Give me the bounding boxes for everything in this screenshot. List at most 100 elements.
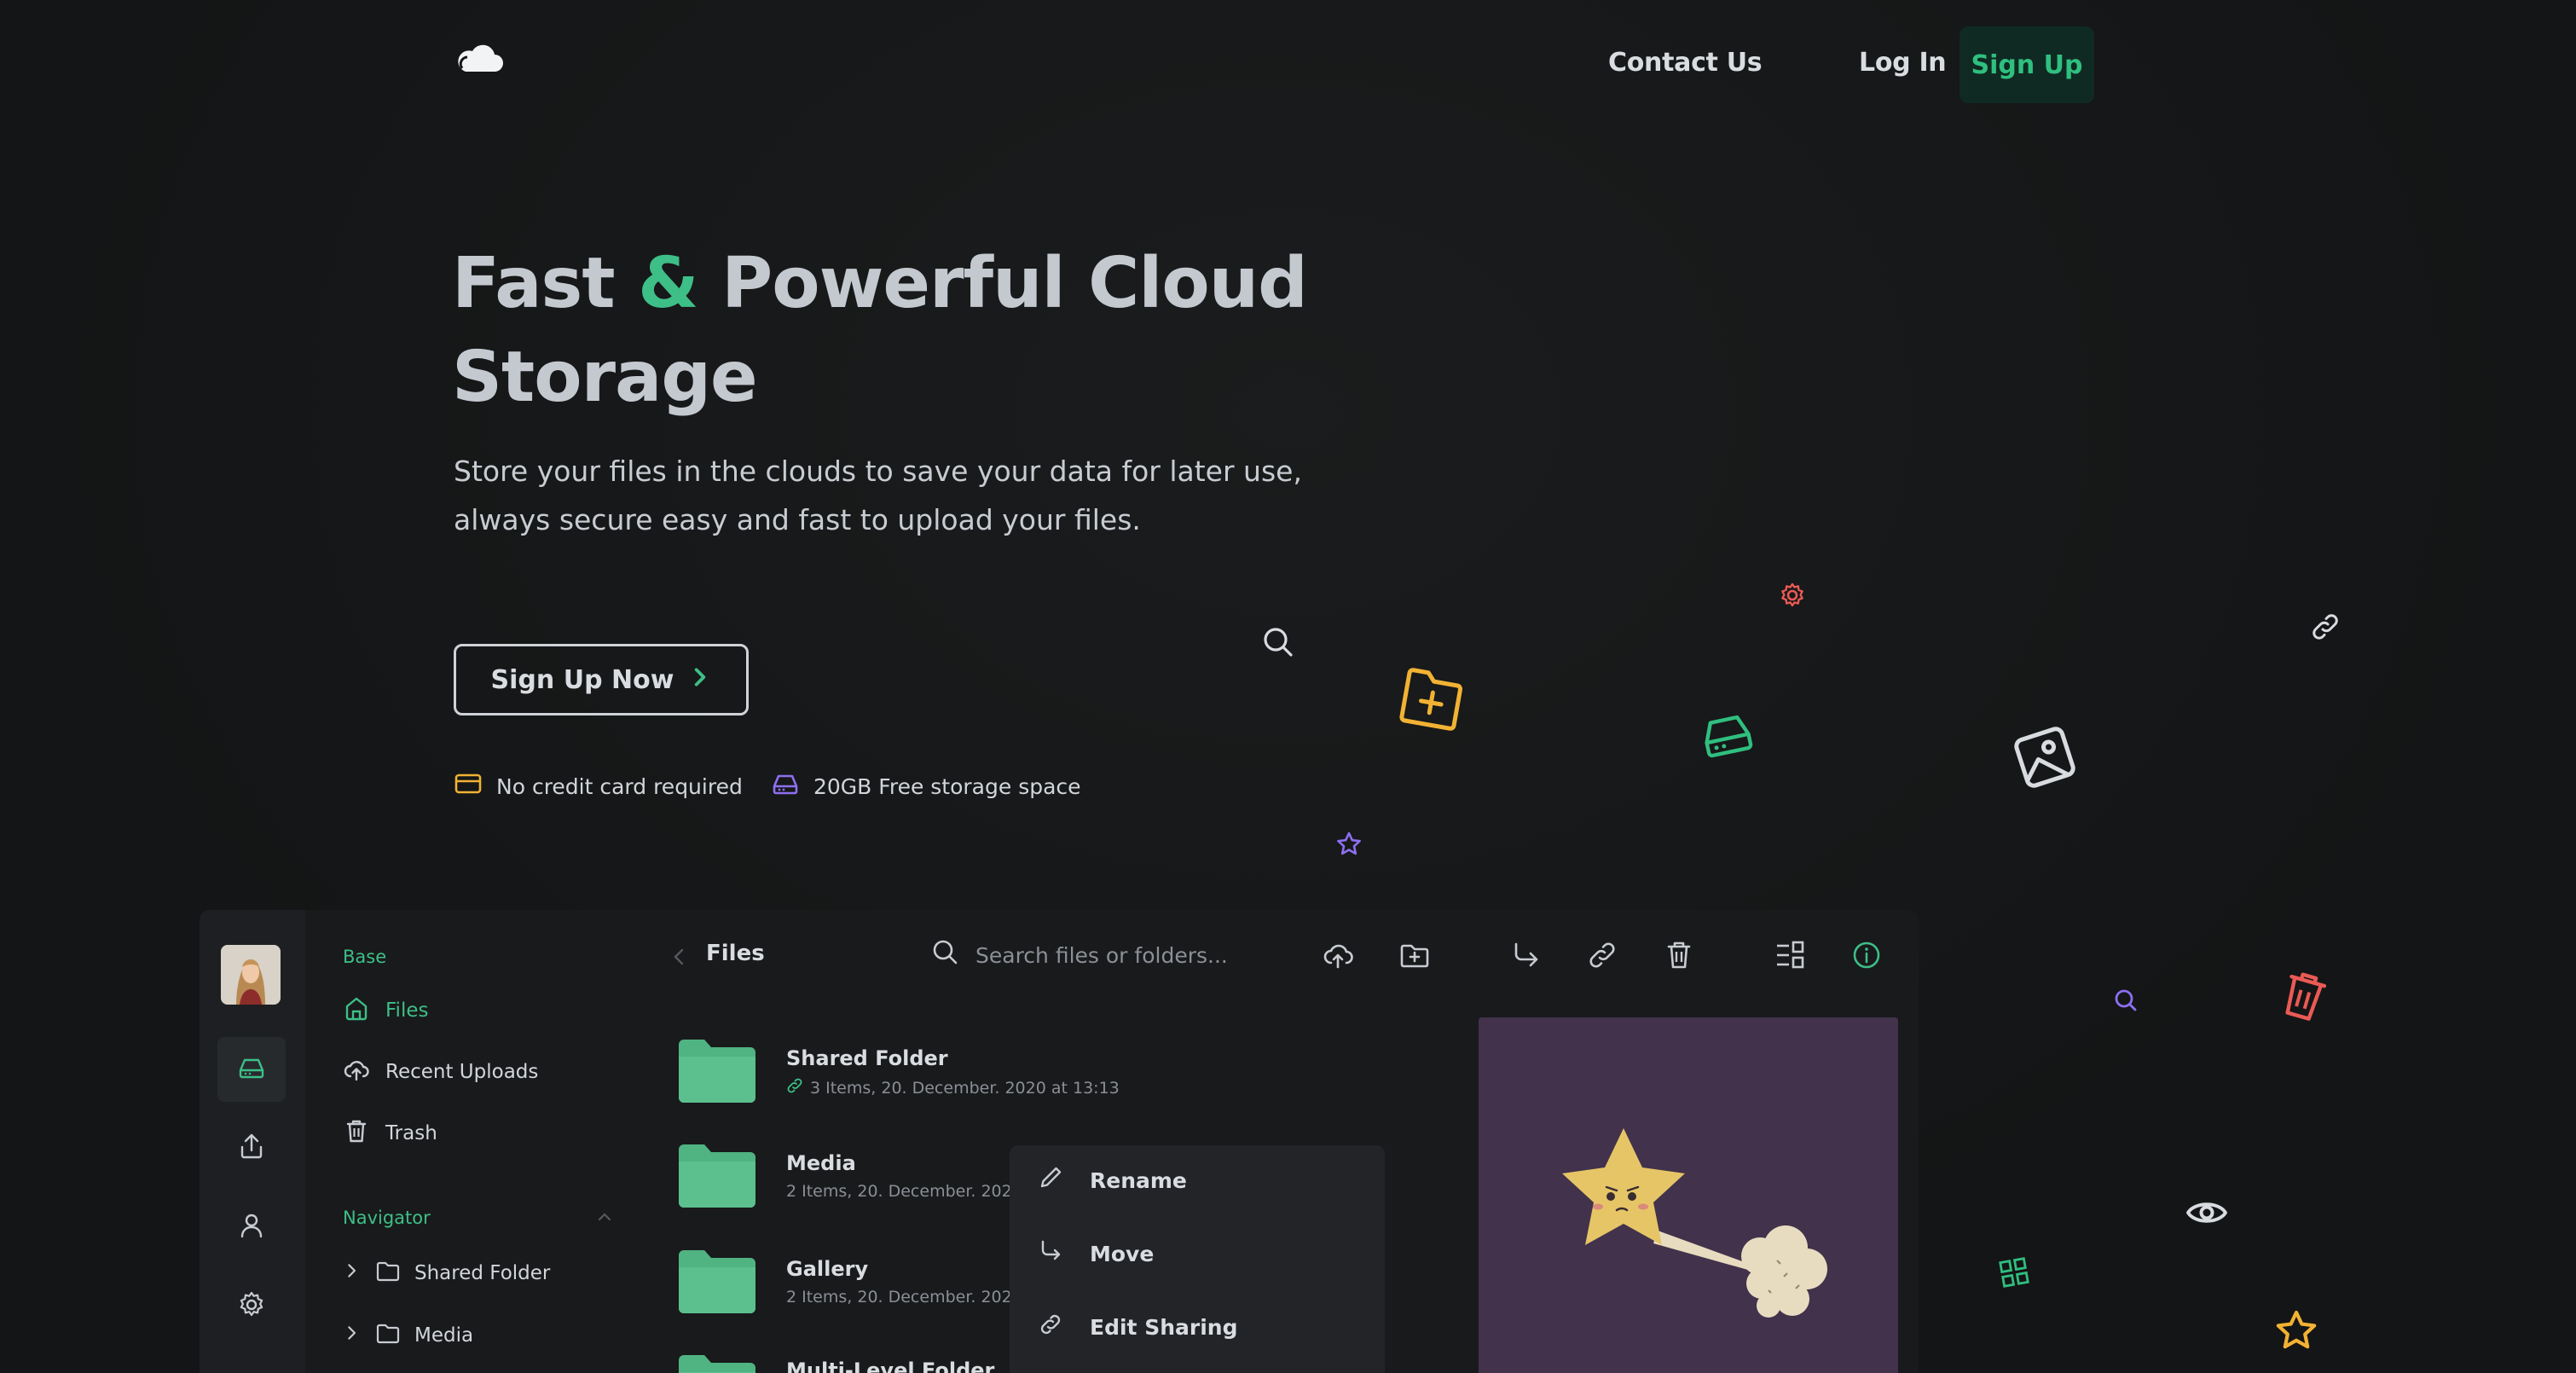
rail-share-button[interactable] — [217, 1115, 286, 1180]
gear-icon — [1779, 582, 1806, 609]
sidebar-section-base: Base — [343, 947, 387, 967]
sign-up-now-button[interactable]: Sign Up Now — [454, 644, 749, 715]
chevron-right-icon — [689, 665, 711, 695]
file-row[interactable]: Multi-Level Folder — [679, 1350, 994, 1373]
hard-drive-icon — [1696, 704, 1758, 764]
view-toggle-button[interactable] — [1774, 939, 1806, 971]
sidebar-item-files[interactable]: Files — [343, 994, 428, 1027]
rail-storage-button[interactable] — [217, 1037, 286, 1102]
upload-button[interactable] — [1322, 939, 1354, 971]
icon-rail — [200, 910, 305, 1373]
star-outline-icon — [2273, 1308, 2319, 1354]
tree-item-label: Media — [414, 1324, 474, 1347]
search-icon — [931, 938, 960, 972]
folder-plus-icon — [1393, 662, 1470, 737]
star-outline-icon — [1335, 831, 1363, 858]
nav-login-link[interactable]: Log In — [1859, 48, 1947, 78]
chevron-left-icon[interactable] — [672, 947, 686, 966]
breadcrumb-title: Files — [706, 941, 765, 966]
hero-subtitle: Store your files in the clouds to save y… — [454, 447, 1306, 544]
file-row[interactable]: Gallery 2 Items, 20. December. 2020 a — [679, 1245, 1038, 1313]
chevron-right-icon[interactable] — [343, 1324, 362, 1347]
perk-label: No credit card required — [496, 773, 743, 799]
move-button[interactable] — [1509, 939, 1542, 971]
gear-icon — [237, 1290, 266, 1323]
file-meta-text: 3 Items, 20. December. 2020 at 13:13 — [810, 1078, 1120, 1098]
search-field[interactable]: Search files or folders... — [931, 938, 1228, 972]
link-icon — [2309, 611, 2342, 643]
folder-icon — [679, 1040, 755, 1103]
link-icon — [1037, 1311, 1064, 1343]
new-folder-button[interactable] — [1398, 939, 1431, 971]
cta-label: Sign Up Now — [490, 664, 674, 695]
share-icon — [237, 1132, 266, 1164]
menu-item-rename[interactable]: Rename — [1037, 1164, 1187, 1196]
info-button[interactable] — [1850, 939, 1883, 971]
chevron-up-icon[interactable] — [597, 1211, 612, 1223]
hero-subtitle-line2: always secure easy and fast to upload yo… — [454, 503, 1141, 536]
rail-settings-button[interactable] — [217, 1274, 286, 1339]
tree-item-shared-folder[interactable]: Shared Folder — [343, 1258, 550, 1289]
cloud-upload-icon — [343, 1056, 370, 1088]
file-row[interactable]: Shared Folder 3 Items, 20. December. 202… — [679, 1034, 1120, 1103]
file-name: Gallery — [786, 1257, 869, 1281]
rail-profile-button[interactable] — [217, 1195, 286, 1260]
menu-item-move[interactable]: Move — [1037, 1237, 1154, 1270]
link-icon — [786, 1077, 803, 1098]
tree-item-label: Shared Folder — [414, 1262, 551, 1284]
sidebar-item-label: Files — [385, 999, 429, 1022]
file-preview-image — [1479, 1017, 1898, 1373]
cloud-upload-icon — [1322, 944, 1354, 975]
avatar[interactable] — [221, 945, 281, 1005]
sidebar-item-label: Recent Uploads — [385, 1061, 539, 1083]
cloud-logo-icon[interactable] — [454, 43, 505, 77]
trash-icon — [1663, 941, 1695, 975]
folder-icon — [679, 1355, 755, 1373]
nav-contact-link[interactable]: Contact Us — [1608, 48, 1763, 78]
search-placeholder: Search files or folders... — [975, 942, 1228, 968]
file-meta: 2 Items, 20. December. 2020 a — [786, 1182, 1038, 1201]
perk-free-storage: 20GB Free storage space — [771, 769, 1081, 803]
perk-no-credit-card: No credit card required — [454, 769, 743, 803]
sidebar-section-navigator: Navigator — [343, 1208, 431, 1228]
delete-button[interactable] — [1663, 939, 1695, 971]
tree-item-media[interactable]: Media — [343, 1320, 473, 1351]
menu-item-edit-sharing[interactable]: Edit Sharing — [1037, 1311, 1237, 1343]
menu-item-label: Rename — [1090, 1167, 1187, 1193]
hard-drive-icon — [771, 769, 800, 803]
sidebar-item-trash[interactable]: Trash — [343, 1117, 437, 1150]
file-row[interactable]: Media 2 Items, 20. December. 2020 a — [679, 1139, 1038, 1208]
credit-card-icon — [454, 769, 483, 803]
trash-icon — [2274, 963, 2335, 1027]
file-name: Media — [786, 1151, 856, 1175]
image-icon — [2006, 719, 2084, 797]
file-name: Shared Folder — [786, 1046, 948, 1070]
grid-icon — [1996, 1254, 2032, 1290]
share-link-button[interactable] — [1586, 939, 1618, 971]
move-arrow-icon — [1509, 942, 1542, 975]
perk-label: 20GB Free storage space — [813, 773, 1081, 799]
home-icon — [343, 994, 370, 1027]
menu-item-label: Edit Sharing — [1090, 1314, 1238, 1340]
list-view-icon — [1774, 941, 1806, 975]
folder-icon — [679, 1250, 755, 1313]
context-menu: Rename Move Edit Sharing — [1010, 1145, 1385, 1373]
search-icon — [1260, 624, 1296, 660]
hard-drive-icon — [237, 1053, 266, 1086]
file-name: Multi-Level Folder — [786, 1359, 995, 1373]
folder-icon — [679, 1144, 755, 1208]
info-icon — [1850, 941, 1883, 975]
file-meta: 3 Items, 20. December. 2020 at 13:13 — [786, 1077, 1120, 1098]
hero-title-amp: & — [638, 243, 699, 324]
chevron-right-icon[interactable] — [343, 1261, 362, 1285]
file-meta: 2 Items, 20. December. 2020 a — [786, 1288, 1038, 1306]
user-icon — [237, 1211, 266, 1243]
pencil-icon — [1037, 1164, 1064, 1196]
folder-icon — [375, 1320, 401, 1351]
nav-signup-button[interactable]: Sign Up — [1959, 26, 2094, 103]
sidebar-item-recent-uploads[interactable]: Recent Uploads — [343, 1056, 538, 1088]
eye-icon — [2185, 1191, 2229, 1235]
landing-page: { "header": { "logo_icon": "cloud-icon",… — [0, 0, 2576, 1373]
sidebar-item-label: Trash — [385, 1122, 437, 1144]
move-arrow-icon — [1037, 1237, 1064, 1270]
